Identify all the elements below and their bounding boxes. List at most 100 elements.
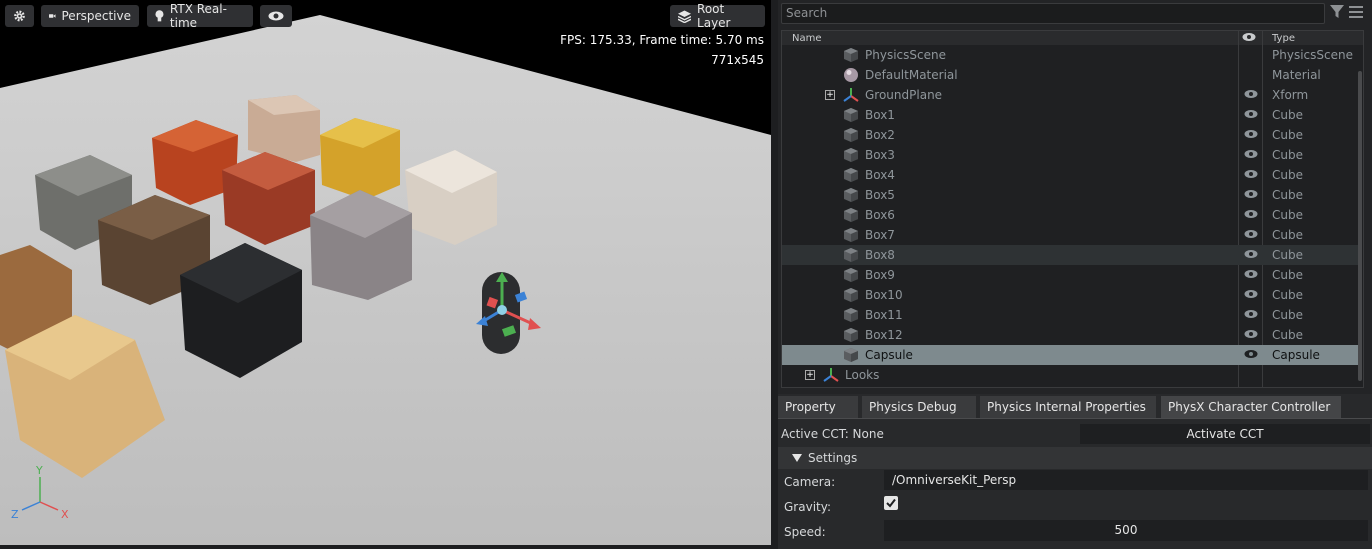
camera-dropdown[interactable]: /OmniverseKit_Persp — [884, 470, 1368, 490]
tree-row-type: Cube — [1272, 128, 1303, 142]
tree-row-name: Box11 — [865, 308, 903, 322]
speed-field[interactable]: 500 — [884, 520, 1368, 541]
tree-row[interactable]: + GroundPlane Xform — [782, 85, 1362, 105]
camera-value: /OmniverseKit_Persp — [892, 473, 1017, 487]
tab-physx-character-controller[interactable]: PhysX Character Controller — [1161, 396, 1341, 418]
visibility-toggle-icon[interactable] — [1244, 169, 1258, 179]
tree-row-name: Box1 — [865, 108, 895, 122]
tree-row-type: Cube — [1272, 188, 1303, 202]
panel-splitter[interactable] — [771, 0, 778, 549]
visibility-toggle-icon[interactable] — [1244, 189, 1258, 199]
tab-underline — [778, 418, 1372, 419]
visibility-toggle-icon[interactable] — [1244, 149, 1258, 159]
tree-row-type: PhysicsScene — [1272, 48, 1353, 62]
settings-label: Settings — [808, 451, 858, 465]
cube-icon — [844, 228, 858, 242]
cube-icon — [844, 348, 858, 362]
tree-row[interactable]: Box12 Cube — [782, 325, 1362, 345]
visibility-toggle-icon[interactable] — [1244, 229, 1258, 239]
tree-row-name: Box4 — [865, 168, 895, 182]
filter-icon[interactable] — [1330, 5, 1344, 19]
tree-row[interactable]: Capsule Capsule — [782, 345, 1362, 365]
tree-row[interactable]: Box4 Cube — [782, 165, 1362, 185]
visibility-toggle-icon[interactable] — [1244, 89, 1258, 99]
tree-row-type: Cube — [1272, 248, 1303, 262]
tree-row-name: Box10 — [865, 288, 903, 302]
tree-row[interactable]: Box1 Cube — [782, 105, 1362, 125]
tab-physics-debug[interactable]: Physics Debug — [862, 396, 976, 418]
cube-icon — [844, 108, 858, 122]
app-window: Y X Z Perspective RTX Real-time Root Lay… — [0, 0, 1372, 549]
activate-cct-button[interactable]: Activate CCT — [1080, 424, 1370, 444]
column-header-name[interactable]: Name — [792, 33, 822, 44]
tree-row[interactable]: Box6 Cube — [782, 205, 1362, 225]
sphere-icon — [844, 68, 858, 82]
menu-icon[interactable] — [1349, 6, 1363, 18]
layer-button[interactable]: Root Layer — [670, 2, 765, 30]
viewport[interactable]: Y X Z Perspective RTX Real-time Root Lay… — [0, 0, 771, 545]
tree-row-name: Looks — [845, 368, 880, 382]
tree-row[interactable]: Box11 Cube — [782, 305, 1362, 325]
fps-readout: FPS: 175.33, Frame time: 5.70 ms — [560, 33, 764, 47]
tree-row-name: Box9 — [865, 268, 895, 282]
layer-label: Root Layer — [697, 2, 731, 30]
tree-row-type: Cube — [1272, 308, 1303, 322]
tab-physics-internal-properties[interactable]: Physics Internal Properties — [980, 396, 1156, 418]
tree-row[interactable]: Box8 Cube — [782, 245, 1362, 265]
tree-row[interactable]: PhysicsScene PhysicsScene — [782, 45, 1362, 65]
tree-row-name: Box2 — [865, 128, 895, 142]
expand-icon[interactable]: + — [825, 90, 835, 100]
visibility-toggle-icon[interactable] — [1244, 109, 1258, 119]
tree-row[interactable]: DefaultMaterial Material — [782, 65, 1362, 85]
axis-label-x: X — [61, 508, 69, 521]
cube-icon — [844, 248, 858, 262]
visibility-toggle-icon[interactable] — [1244, 209, 1258, 219]
visibility-toggle-icon[interactable] — [1244, 289, 1258, 299]
tree-row[interactable]: + Looks — [782, 365, 1362, 385]
tree-row-name: Box5 — [865, 188, 895, 202]
visibility-toggle-icon[interactable] — [1244, 329, 1258, 339]
render-mode-button[interactable]: RTX Real-time — [147, 2, 253, 30]
cube-icon — [844, 48, 858, 62]
tree-scrollbar[interactable] — [1358, 71, 1362, 381]
settings-button[interactable] — [5, 5, 34, 27]
expand-icon[interactable]: + — [805, 370, 815, 380]
tree-row[interactable]: Box2 Cube — [782, 125, 1362, 145]
tree-row[interactable]: Box5 Cube — [782, 185, 1362, 205]
cube-icon — [844, 308, 858, 322]
tree-row-type: Xform — [1272, 88, 1309, 102]
cube-icon — [844, 268, 858, 282]
tree-row-name: Box12 — [865, 328, 903, 342]
visibility-button[interactable] — [260, 5, 292, 27]
camera-label: Camera: — [784, 475, 836, 489]
cube-icon — [844, 168, 858, 182]
scene-render[interactable]: Y X Z — [0, 0, 771, 545]
visibility-toggle-icon[interactable] — [1244, 309, 1258, 319]
stage-panel: Search Name Type PhysicsScene PhysicsScen… — [778, 0, 1372, 394]
tree-row-name: Box6 — [865, 208, 895, 222]
column-header-type[interactable]: Type — [1272, 33, 1295, 44]
tree-row-type: Cube — [1272, 208, 1303, 222]
gravity-checkbox[interactable] — [884, 496, 898, 510]
tree-row-name: DefaultMaterial — [865, 68, 958, 82]
tree-row[interactable]: Box10 Cube — [782, 285, 1362, 305]
tree-row[interactable]: Box3 Cube — [782, 145, 1362, 165]
stage-tree[interactable]: Name Type PhysicsScene PhysicsScene Defaul… — [781, 30, 1364, 388]
column-header-visibility-icon[interactable] — [1242, 31, 1256, 43]
cube-icon — [844, 328, 858, 342]
camera-select-button[interactable]: Perspective — [41, 5, 139, 27]
visibility-toggle-icon[interactable] — [1244, 249, 1258, 259]
active-cct-label: Active CCT: None — [781, 427, 884, 441]
visibility-toggle-icon[interactable] — [1244, 269, 1258, 279]
search-input[interactable]: Search — [781, 3, 1325, 24]
tree-row[interactable]: Box9 Cube — [782, 265, 1362, 285]
cube-icon — [844, 148, 858, 162]
tree-row-name: Capsule — [865, 348, 913, 362]
cube-icon — [844, 188, 858, 202]
tree-row[interactable]: Box7 Cube — [782, 225, 1362, 245]
visibility-toggle-icon[interactable] — [1244, 349, 1258, 359]
visibility-toggle-icon[interactable] — [1244, 129, 1258, 139]
tree-row-type: Cube — [1272, 228, 1303, 242]
settings-section-header[interactable]: Settings — [778, 447, 1372, 469]
tab-property[interactable]: Property — [778, 396, 858, 418]
